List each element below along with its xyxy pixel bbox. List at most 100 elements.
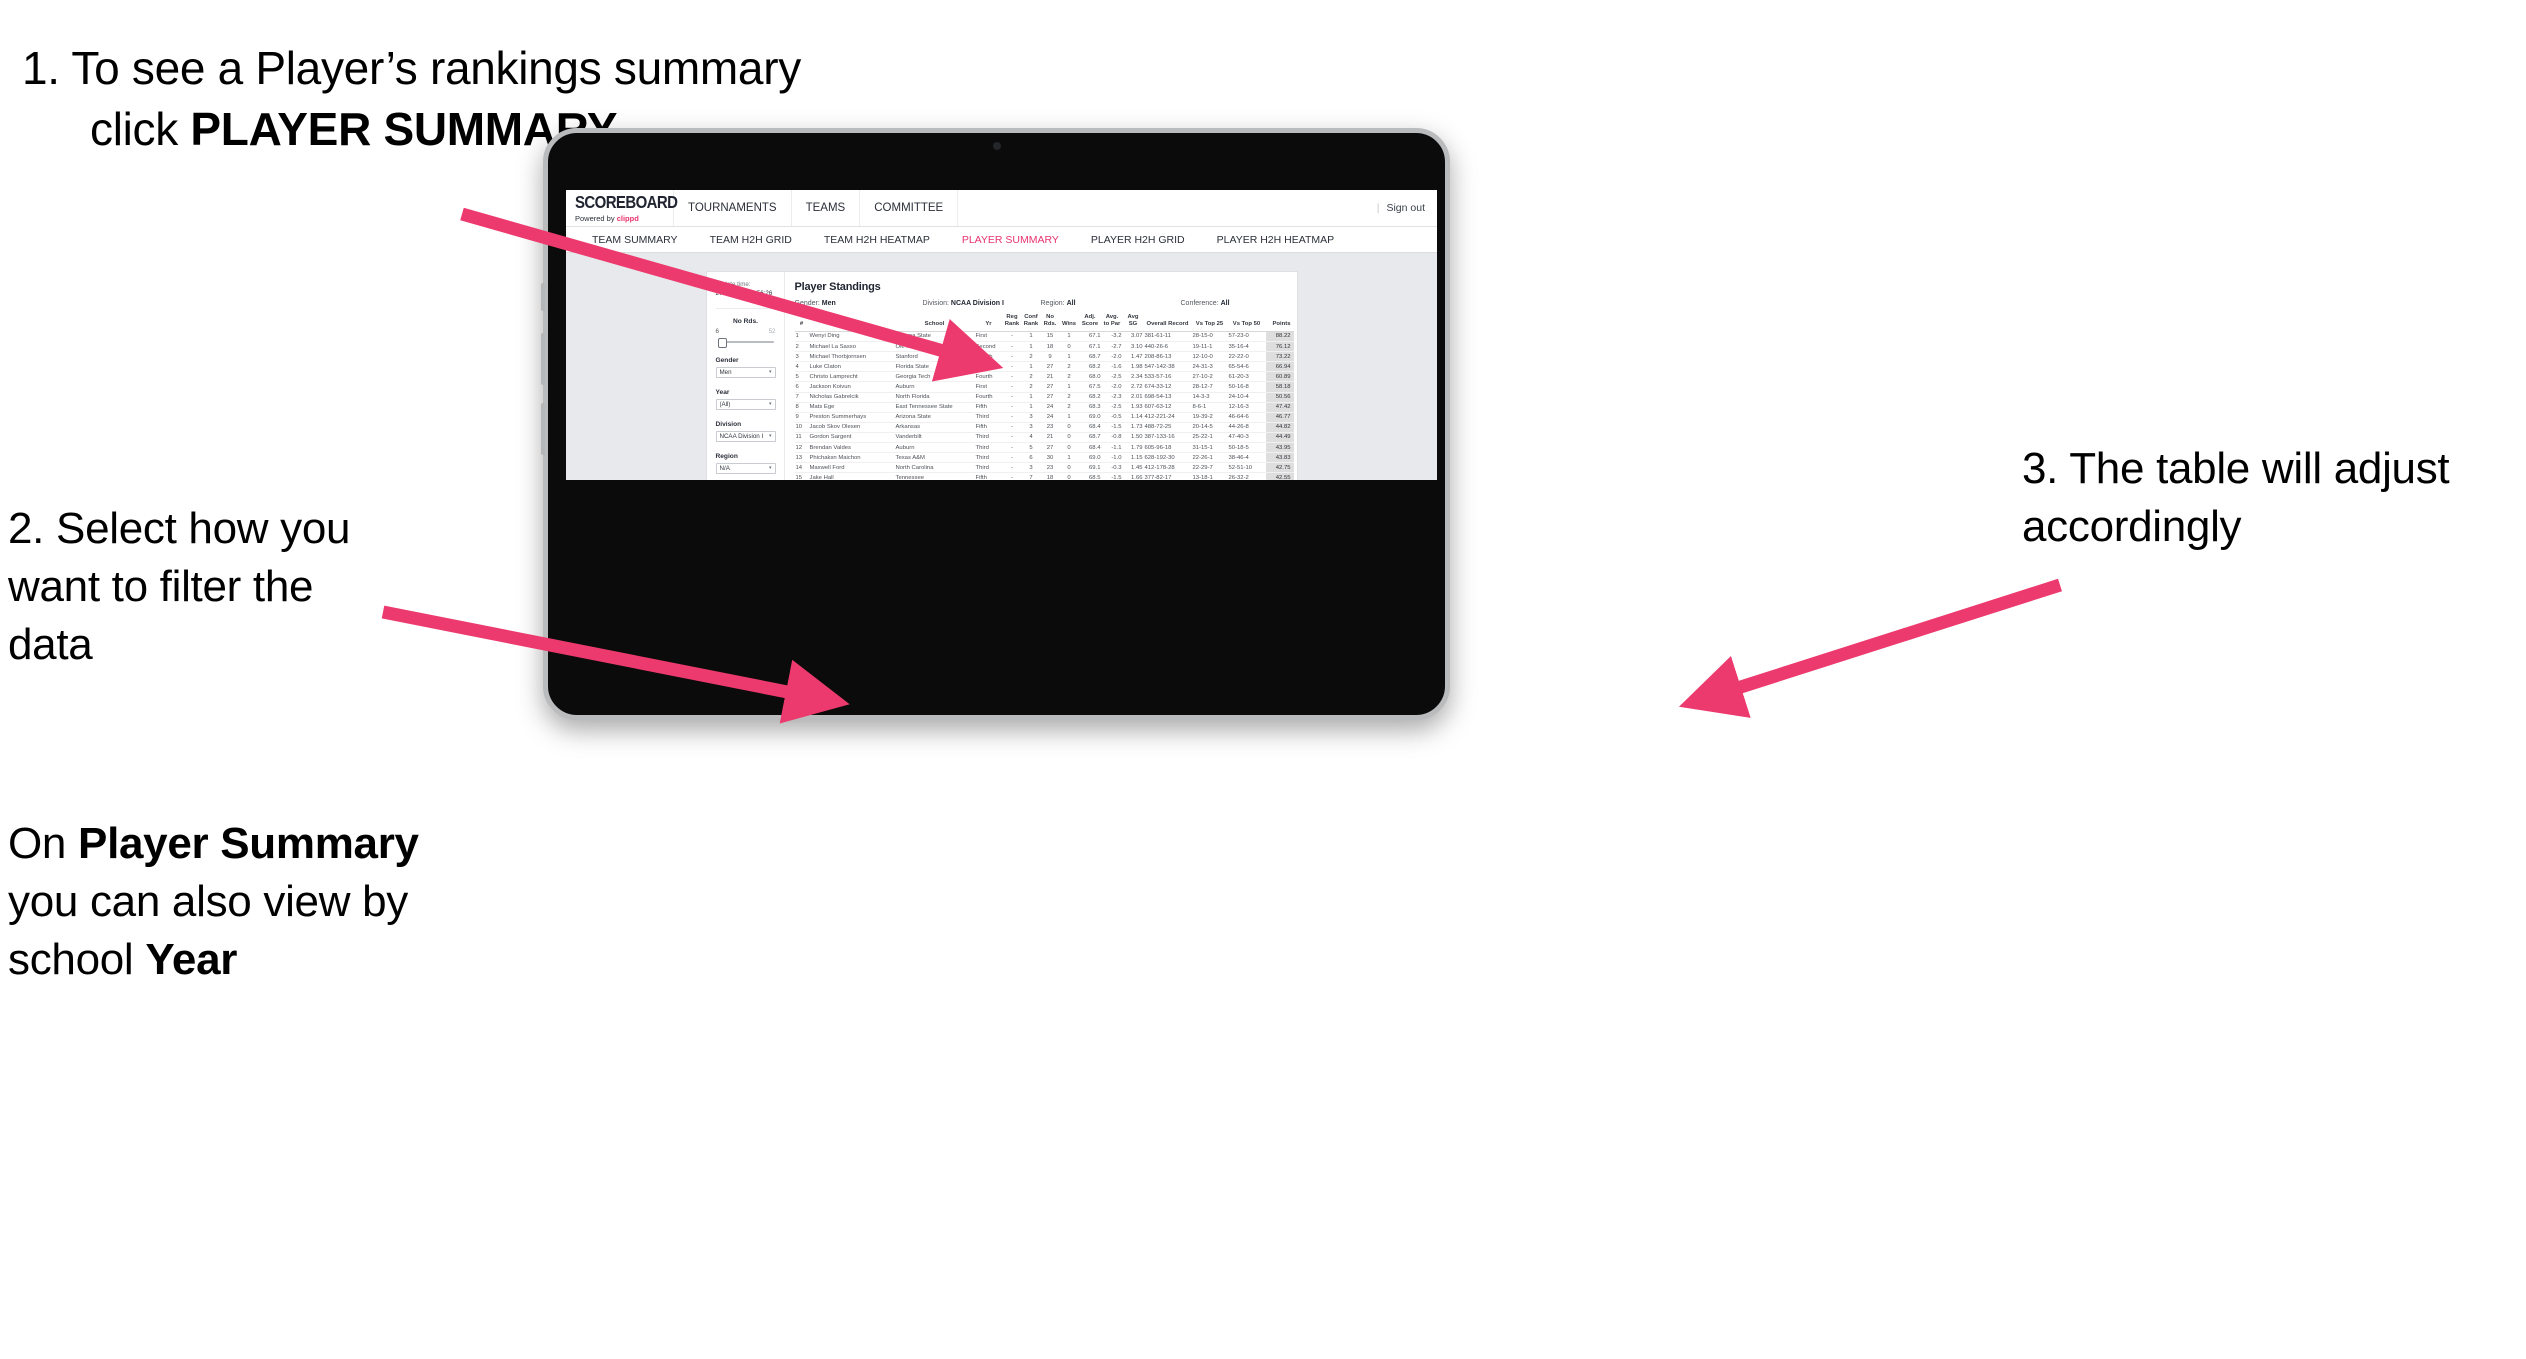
cell-wins: 1 (1059, 452, 1079, 464)
cell-yr: Fourth (974, 392, 1003, 403)
cell-reg: - (1002, 402, 1022, 413)
cell-par: -1.6 (1101, 361, 1123, 373)
cell-player: Phichaksn Maichon (808, 452, 895, 464)
table-row[interactable]: 3 Michael Thorbjornsen Stanford Fourth -2 9 1 6… (794, 351, 1294, 363)
col-overall-record[interactable]: Overall Record (1143, 314, 1192, 332)
no-rds-slider[interactable] (716, 337, 776, 348)
cell-pts: 60.89 (1265, 371, 1294, 383)
cell-par: -2.0 (1101, 381, 1123, 393)
cell-conf: 3 (1021, 422, 1041, 433)
scoreboard-logo[interactable]: SCOREBOARD Powered by clippd (566, 190, 678, 226)
subtab-team-summary[interactable]: TEAM SUMMARY (576, 234, 694, 246)
subtab-team-h2h-grid[interactable]: TEAM H2H GRID (694, 234, 808, 246)
cell-player: Nicholas Gabrelcik (808, 392, 895, 403)
col-adj-score[interactable]: Adj. Score (1078, 314, 1102, 332)
table-row[interactable]: 5 Christo Lamprecht Georgia Tech Fourth -2 21… (794, 371, 1294, 383)
callout-step-3: 3. The table will adjust accordingly (2022, 444, 2450, 552)
cell-reg: - (1002, 331, 1022, 343)
table-row[interactable]: 2 Michael La Sasso Ole Miss Second -1 18 0 67.1… (794, 341, 1294, 353)
cell-par: -1.5 (1101, 422, 1123, 433)
table-row[interactable]: 10 Jacob Skov Olesen Arkansas Fifth -3 23 0 68.… (794, 422, 1294, 433)
subtab-team-h2h-heatmap[interactable]: TEAM H2H HEATMAP (808, 234, 946, 246)
cell-t50: 52-51-10 (1227, 462, 1266, 474)
nav-tab-tournaments[interactable]: TOURNAMENTS (674, 190, 792, 226)
cell-num: 8 (794, 402, 809, 413)
cell-nor: 30 (1040, 452, 1060, 464)
cell-adj: 69.0 (1078, 452, 1102, 464)
table-row[interactable]: 9 Preston Summerhays Arizona State Third -3 2… (794, 412, 1294, 423)
filter-value-year: (All) (719, 400, 731, 408)
subtab-player-h2h-grid[interactable]: PLAYER H2H GRID (1075, 234, 1201, 246)
table-row[interactable]: 12 Brendan Valdes Auburn Third -5 27 0 68.4 -1.1… (794, 442, 1294, 454)
nav-tab-teams[interactable]: TEAMS (792, 190, 861, 226)
col-player[interactable]: Player (808, 314, 895, 332)
table-row[interactable]: 4 Luke Claton Florida State Second -1 27 2 68.2… (794, 361, 1294, 373)
subtab-player-summary[interactable]: PLAYER SUMMARY (946, 234, 1075, 246)
table-row[interactable]: 7 Nicholas Gabrelcik North Florida Fourth -1… (794, 392, 1294, 403)
col-conf-rank[interactable]: Conf Rank (1021, 314, 1041, 332)
cell-sg: 1.66 (1122, 472, 1144, 480)
filter-select-year[interactable]: (All) ▾ (715, 398, 776, 410)
col-avg-sg[interactable]: Avg SG (1122, 314, 1144, 332)
cell-school: Ole Miss (894, 341, 975, 353)
table-row[interactable]: 11 Gordon Sargent Vanderbilt Third -4 21 0 68.7… (794, 432, 1294, 443)
table-row[interactable]: 15 Jake Hall Tennessee Fifth -7 18 0 68.5 -1.5 1.… (794, 472, 1294, 480)
table-row[interactable]: 14 Maxwell Ford North Carolina Third -3 23 0 69… (794, 462, 1294, 474)
col-yr[interactable]: Yr (974, 314, 1003, 332)
col-school[interactable]: School (894, 314, 975, 332)
cell-t25: 12-10-0 (1191, 351, 1228, 363)
filter-select-gender[interactable]: Men ▾ (715, 366, 776, 378)
table-row[interactable]: 1 Wenyi Ding Arizona State First -1 15 1 67.1 -3… (794, 331, 1294, 343)
tablet-device-frame: SCOREBOARD Powered by clippd TOURNAMENTS… (541, 128, 1450, 720)
cell-sg: 3.07 (1122, 331, 1144, 343)
cell-yr: Fifth (974, 472, 1003, 480)
cell-rec: 547-142-38 (1143, 361, 1192, 373)
filter-select-region[interactable]: N/A ▾ (715, 462, 776, 474)
cell-yr: Fourth (974, 371, 1003, 383)
col-vs-top-25[interactable]: Vs Top 25 (1191, 314, 1228, 332)
cell-nor: 21 (1040, 371, 1060, 383)
col-points[interactable]: Points (1265, 314, 1294, 332)
cell-adj: 68.7 (1078, 432, 1102, 443)
table-header-row: # Player School Yr Reg Rank Conf Rank No… (794, 314, 1294, 332)
col-wins[interactable]: Wins (1059, 314, 1079, 332)
header-divider: | (1376, 202, 1380, 214)
table-row[interactable]: 8 Mats Ege East Tennessee State Fifth -1 24 2 6… (794, 402, 1294, 413)
cell-wins: 1 (1059, 331, 1079, 343)
card-body: Update time: 27/03/2024 16:56:26 No Rds.… (707, 272, 1297, 480)
no-rds-range: 6 52 (716, 328, 776, 335)
col-no-rds[interactable]: No Rds. (1040, 314, 1060, 332)
cell-sg: 1.45 (1122, 462, 1144, 474)
cell-wins: 0 (1059, 432, 1079, 443)
cell-school: Auburn (894, 442, 975, 454)
slider-handle[interactable] (717, 337, 727, 348)
cell-num: 4 (794, 361, 809, 373)
cell-par: -1.0 (1101, 452, 1123, 464)
col-vs-top-50[interactable]: Vs Top 50 (1227, 314, 1266, 332)
cell-yr: First (974, 381, 1003, 393)
cell-conf: 2 (1021, 351, 1041, 363)
cell-rec: 440-26-6 (1143, 341, 1192, 353)
cell-school: Florida State (894, 361, 975, 373)
subtab-player-h2h-heatmap[interactable]: PLAYER H2H HEATMAP (1201, 234, 1350, 246)
cell-wins: 0 (1059, 462, 1079, 474)
col-reg-rank[interactable]: Reg Rank (1002, 314, 1022, 332)
cell-par: -2.5 (1101, 402, 1123, 413)
table-row[interactable]: 13 Phichaksn Maichon Texas A&M Third -6 30 1 69… (794, 452, 1294, 464)
cell-pts: 42.55 (1265, 472, 1294, 480)
filter-value-division: NCAA Division I (719, 432, 764, 440)
cell-adj: 68.4 (1078, 422, 1102, 433)
filter-spacer-4 (716, 442, 776, 453)
update-time-label: Update time: (715, 281, 751, 288)
col-avg-to-par[interactable]: Avg. to Par (1101, 314, 1123, 332)
sign-out-link[interactable]: Sign out (1386, 202, 1425, 214)
cell-nor: 24 (1040, 412, 1060, 423)
col-rank[interactable]: # (794, 314, 809, 332)
summary-gender-label: Gender: (794, 300, 820, 307)
summary-division-value: NCAA Division I (950, 300, 1004, 307)
table-row[interactable]: 6 Jackson Koivun Auburn First -2 27 1 67.5 -2.0 2… (794, 381, 1294, 393)
filter-spacer-2 (716, 378, 776, 389)
cell-wins: 0 (1059, 422, 1079, 433)
nav-tab-committee[interactable]: COMMITTEE (860, 190, 959, 226)
filter-select-division[interactable]: NCAA Division I ▾ (715, 430, 776, 442)
